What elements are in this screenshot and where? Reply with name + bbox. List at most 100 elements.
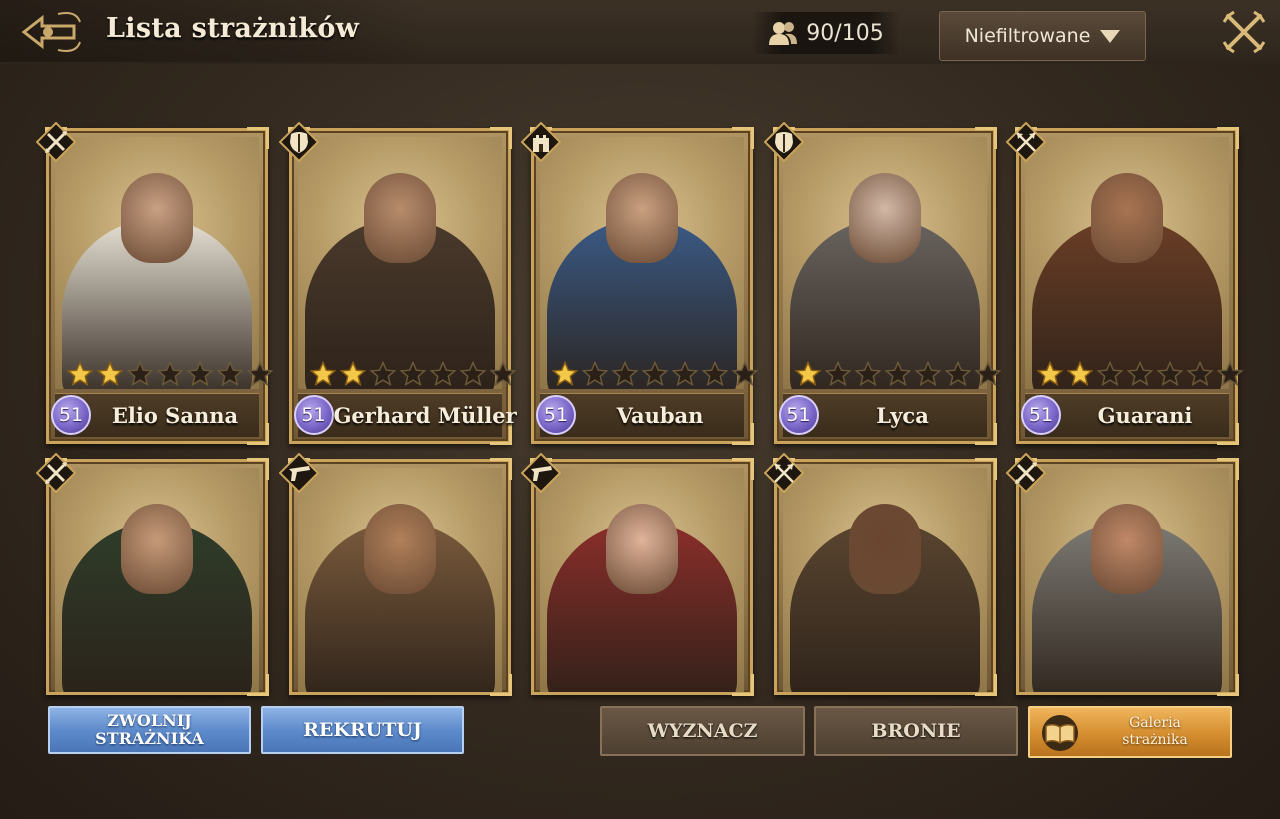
crossed-spears-icon	[35, 121, 77, 163]
portrait-head	[363, 173, 436, 263]
star-empty-icon	[156, 360, 184, 387]
back-ornament-icon[interactable]	[14, 8, 84, 56]
portrait-head	[606, 504, 678, 594]
star-filled-icon	[551, 360, 579, 387]
star-rating	[794, 360, 1001, 387]
crossed-spears-icon	[35, 452, 77, 494]
star-empty-icon	[459, 360, 486, 387]
page-title: Lista strażników	[106, 13, 360, 44]
gallery-button[interactable]: Galeria strażnika	[1028, 706, 1232, 758]
guardian-name: Guarani	[1097, 403, 1193, 428]
star-empty-icon	[216, 360, 244, 387]
guardian-card[interactable]: 51 Guarani	[1005, 121, 1244, 445]
dismiss-guardian-button[interactable]: ZWOLNIJ STRAŻNIKA	[48, 706, 251, 754]
star-empty-icon	[731, 360, 759, 387]
guardian-name: Vauban	[616, 403, 704, 428]
filter-label: Niefiltrowane	[964, 25, 1091, 47]
guardian-name-bar: 51 Elio Sanna	[51, 393, 259, 437]
star-rating	[66, 360, 274, 387]
guardian-card[interactable]	[1005, 452, 1239, 696]
portrait-head	[1091, 173, 1163, 263]
guardian-portrait	[782, 137, 987, 389]
portrait-head	[121, 504, 193, 594]
star-empty-icon	[1216, 360, 1244, 387]
guardian-name: Elio Sanna	[111, 403, 239, 428]
gallery-label: Galeria strażnika	[1122, 715, 1188, 748]
star-empty-icon	[884, 360, 911, 387]
portrait-head	[363, 504, 436, 594]
guardian-count-text: 90/105	[806, 20, 884, 46]
guardian-portrait	[782, 468, 987, 692]
guardian-portrait	[297, 468, 502, 692]
crossed-spears-icon	[1005, 452, 1047, 494]
level-badge: 51	[536, 395, 576, 435]
portrait-head	[848, 173, 921, 263]
star-empty-icon	[701, 360, 729, 387]
star-filled-icon	[1036, 360, 1064, 387]
portrait-head	[606, 173, 678, 263]
weapons-button[interactable]: BRONIE	[814, 706, 1018, 756]
guardian-card[interactable]	[35, 452, 269, 696]
star-empty-icon	[944, 360, 971, 387]
pistol-icon	[278, 452, 319, 494]
guardian-name-bar: 51 Guarani	[1021, 393, 1229, 437]
guardian-name: Lyca	[876, 403, 929, 428]
header-bar: Lista strażników 90/105 Niefiltrowane	[0, 0, 1280, 64]
guardian-card[interactable]: 51 Elio Sanna	[35, 121, 274, 445]
star-empty-icon	[429, 360, 456, 387]
recruit-button[interactable]: REKRUTUJ	[261, 706, 464, 754]
star-filled-icon	[66, 360, 94, 387]
guardian-portrait	[55, 468, 259, 692]
star-empty-icon	[974, 360, 1001, 387]
star-empty-icon	[246, 360, 274, 387]
guardian-card[interactable]	[520, 452, 754, 696]
guardian-count: 90/105	[752, 12, 900, 54]
guardian-portrait	[55, 137, 259, 389]
guardian-portrait	[540, 468, 744, 692]
guardian-portrait	[1025, 137, 1229, 389]
pistol-icon	[520, 452, 562, 494]
star-empty-icon	[1096, 360, 1124, 387]
assign-button[interactable]: WYZNACZ	[600, 706, 805, 756]
guardian-grid: 51 Elio Sanna 51 Gerhard Müller 51 Vauban 51 Ly…	[35, 121, 1244, 696]
armor-icon	[763, 121, 804, 163]
star-empty-icon	[671, 360, 699, 387]
portrait-head	[1091, 504, 1163, 594]
guardian-card[interactable]: 51 Vauban	[520, 121, 759, 445]
guardian-card[interactable]	[278, 452, 512, 696]
star-empty-icon	[641, 360, 669, 387]
star-empty-icon	[854, 360, 881, 387]
star-empty-icon	[581, 360, 609, 387]
close-icon[interactable]	[1220, 8, 1268, 56]
star-empty-icon	[1156, 360, 1184, 387]
star-filled-icon	[96, 360, 124, 387]
portrait-head	[848, 504, 921, 594]
book-icon	[1042, 715, 1078, 751]
star-empty-icon	[914, 360, 941, 387]
guardian-card[interactable]: 51 Gerhard Müller	[278, 121, 517, 445]
star-rating	[309, 360, 516, 387]
armor-icon	[278, 121, 319, 163]
star-empty-icon	[369, 360, 396, 387]
star-empty-icon	[1126, 360, 1154, 387]
filter-dropdown[interactable]: Niefiltrowane	[939, 11, 1146, 61]
star-empty-icon	[126, 360, 154, 387]
people-icon	[769, 22, 798, 45]
guardian-name-bar: 51 Lyca	[778, 393, 987, 437]
level-badge: 51	[51, 395, 91, 435]
portrait-head	[121, 173, 193, 263]
guardian-name-bar: 51 Vauban	[536, 393, 744, 437]
star-rating	[1036, 360, 1244, 387]
star-empty-icon	[824, 360, 851, 387]
star-filled-icon	[309, 360, 336, 387]
star-filled-icon	[794, 360, 821, 387]
level-badge: 51	[293, 395, 334, 435]
title-plate: Lista strażników	[0, 0, 430, 62]
star-filled-icon	[339, 360, 366, 387]
guardian-card[interactable]	[763, 452, 997, 696]
star-rating	[551, 360, 759, 387]
crossed-arrows-icon	[763, 452, 804, 494]
guardian-card[interactable]: 51 Lyca	[763, 121, 1001, 445]
level-badge: 51	[778, 395, 819, 435]
star-empty-icon	[186, 360, 214, 387]
